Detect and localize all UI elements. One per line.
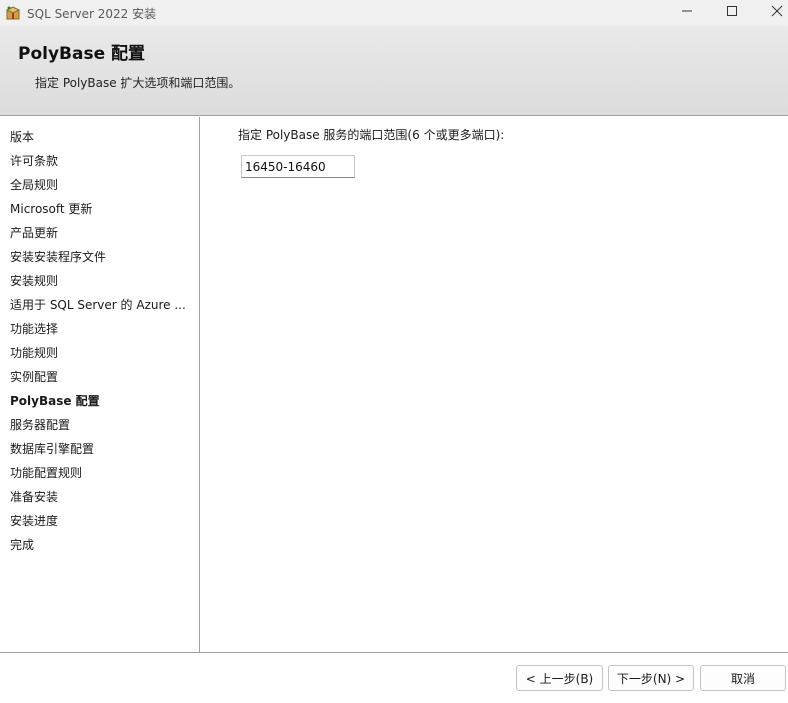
footer: < 上一步(B) 下一步(N) > 取消 bbox=[0, 652, 788, 703]
nav-item-complete[interactable]: 完成 bbox=[10, 536, 190, 553]
page-header: PolyBase 配置 指定 PolyBase 扩大选项和端口范围。 bbox=[0, 26, 788, 116]
back-button[interactable]: < 上一步(B) bbox=[516, 665, 603, 691]
minimize-button[interactable] bbox=[664, 0, 710, 26]
nav-item-feature-rules[interactable]: 功能规则 bbox=[10, 344, 190, 361]
close-icon bbox=[771, 5, 783, 21]
nav-item-microsoft-update[interactable]: Microsoft 更新 bbox=[10, 200, 190, 217]
nav-item-polybase-configuration[interactable]: PolyBase 配置 bbox=[10, 392, 190, 409]
port-range-label: 指定 PolyBase 服务的端口范围(6 个或更多端口): bbox=[238, 128, 505, 142]
next-button[interactable]: 下一步(N) > bbox=[608, 665, 694, 691]
nav-item-install-setup-files[interactable]: 安装安装程序文件 bbox=[10, 248, 190, 265]
port-range-input[interactable] bbox=[241, 155, 355, 178]
nav-item-install-rules[interactable]: 安装规则 bbox=[10, 272, 190, 289]
title-bar: SQL Server 2022 安装 bbox=[0, 0, 788, 26]
nav-item-ready-to-install[interactable]: 准备安装 bbox=[10, 488, 190, 505]
nav-item-global-rules[interactable]: 全局规则 bbox=[10, 176, 190, 193]
minimize-icon bbox=[681, 5, 693, 21]
nav-item-database-engine-configuration[interactable]: 数据库引擎配置 bbox=[10, 440, 190, 457]
nav-item-feature-selection[interactable]: 功能选择 bbox=[10, 320, 190, 337]
sql-server-setup-box-icon bbox=[5, 5, 21, 21]
nav-item-azure-extension[interactable]: 适用于 SQL Server 的 Azure ... bbox=[10, 296, 190, 313]
nav-item-edition[interactable]: 版本 bbox=[10, 128, 190, 145]
nav-item-license-terms[interactable]: 许可条款 bbox=[10, 152, 190, 169]
nav-item-server-configuration[interactable]: 服务器配置 bbox=[10, 416, 190, 433]
nav-item-instance-configuration[interactable]: 实例配置 bbox=[10, 368, 190, 385]
nav-item-feature-configuration-rules[interactable]: 功能配置规则 bbox=[10, 464, 190, 481]
main-content: 指定 PolyBase 服务的端口范围(6 个或更多端口): bbox=[201, 117, 788, 653]
nav-item-product-updates[interactable]: 产品更新 bbox=[10, 224, 190, 241]
step-navigation: 版本 许可条款 全局规则 Microsoft 更新 产品更新 安装安装程序文件 … bbox=[0, 117, 200, 653]
page-subtitle: 指定 PolyBase 扩大选项和端口范围。 bbox=[35, 76, 241, 90]
maximize-icon bbox=[726, 5, 738, 21]
maximize-button[interactable] bbox=[709, 0, 755, 26]
close-button[interactable] bbox=[754, 0, 788, 26]
nav-item-installation-progress[interactable]: 安装进度 bbox=[10, 512, 190, 529]
window-title: SQL Server 2022 安装 bbox=[27, 6, 157, 21]
cancel-button[interactable]: 取消 bbox=[700, 665, 786, 691]
page-title: PolyBase 配置 bbox=[18, 44, 146, 64]
